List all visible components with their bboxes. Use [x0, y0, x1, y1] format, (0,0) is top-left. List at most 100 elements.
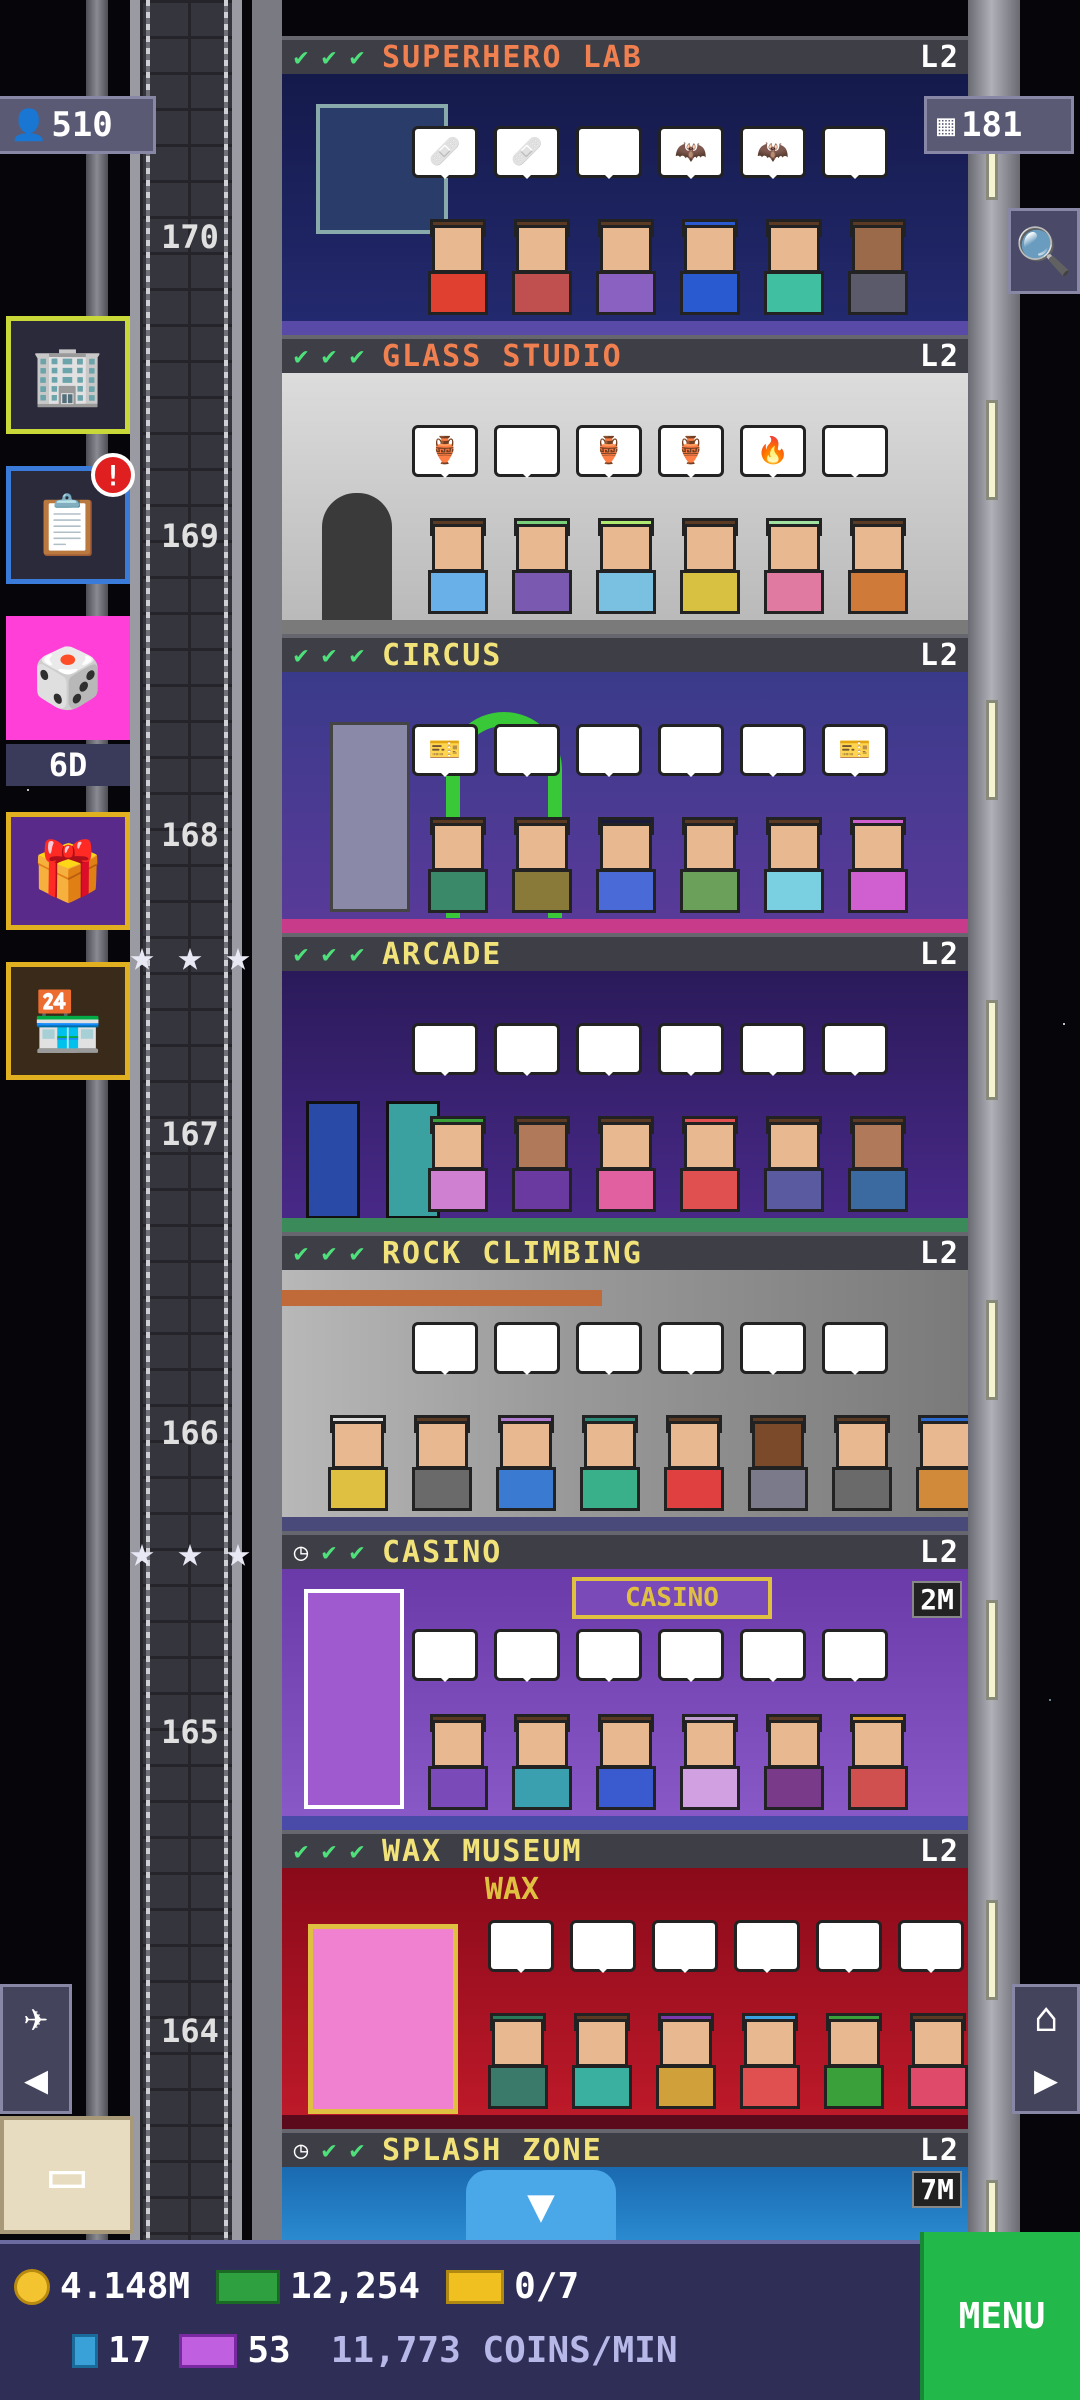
room-interior[interactable]: WAX ▤ ▤ ▤ ▤ ▤ ▤ — [282, 1868, 968, 2129]
vase-icon[interactable]: 🏺 — [576, 425, 642, 478]
room-interior[interactable]: 🎫 🛡 🛡 🛡 🛡 🎫 — [282, 672, 968, 933]
floor-number: 166 — [161, 1414, 219, 1452]
crest-icon[interactable]: 🛡 — [494, 724, 560, 777]
record-icon[interactable]: ▤ — [570, 1920, 636, 1973]
floor-level: L2 — [919, 338, 960, 374]
dice-timer: 6D — [6, 744, 130, 786]
coins-value[interactable]: 4.148M — [60, 2266, 190, 2307]
1up-icon[interactable]: ⬆ — [576, 1023, 642, 1076]
bux-value[interactable]: 12,254 — [290, 2266, 420, 2307]
glass-icon[interactable]: ▮ — [494, 425, 560, 478]
floor-circus[interactable]: ✔ ✔ ✔ CIRCUS L2 🎫 🛡 🛡 🛡 🛡 🎫 — [282, 634, 968, 933]
room-interior[interactable]: 🏺 ▮ 🏺 🏺 🔥 ▮ — [282, 373, 968, 634]
record-icon[interactable]: ▤ — [488, 1920, 554, 1973]
visitors — [482, 2013, 968, 2115]
floor-glass-studio[interactable]: ✔ ✔ ✔ GLASS STUDIO L2 🏺 ▮ 🏺 🏺 🔥 ▮ — [282, 335, 968, 634]
carabiner-icon[interactable]: ∩ — [822, 1322, 888, 1375]
visitors — [322, 1415, 968, 1517]
record-icon[interactable]: ▤ — [816, 1920, 882, 1973]
visitors — [422, 817, 914, 919]
room-interior[interactable]: CASINO ◉ ● ● ◉ ◉ ● — [282, 1569, 968, 1830]
ticket-icon[interactable]: 🎫 — [412, 724, 478, 777]
room-interior[interactable]: 🩹 🩹 🕶 🦇 🦇 🕶 — [282, 74, 968, 335]
vip-value[interactable]: 0/7 — [514, 2266, 579, 2307]
floor-name: GLASS STUDIO — [382, 338, 623, 374]
bandage-icon[interactable]: 🩹 — [412, 126, 478, 179]
cartridge-icon[interactable]: ▯ — [658, 1023, 724, 1076]
floor-header: ◷ ✔ ✔ SPLASH ZONE L2 — [282, 2129, 968, 2168]
star-stop[interactable]: ★ ★ ★ — [122, 1531, 258, 1573]
shop-button[interactable]: 🏪 — [6, 962, 130, 1080]
missions-button[interactable]: 📋 ! — [6, 453, 135, 584]
bandage-icon[interactable]: 🩹 — [494, 126, 560, 179]
floor-number: 168 — [161, 816, 219, 854]
cartridge-icon[interactable]: ▯ — [412, 1023, 478, 1076]
golden-tickets-value[interactable]: 53 — [247, 2330, 290, 2371]
menu-button[interactable]: MENU — [920, 2232, 1080, 2400]
chip-icon[interactable]: ◉ — [658, 1629, 724, 1682]
1up-icon[interactable]: ⬆ — [494, 1023, 560, 1076]
carabiner-icon[interactable]: ∩ — [412, 1322, 478, 1375]
glass-icon[interactable]: ▮ — [822, 425, 888, 478]
lobby-nav-button[interactable]: ✈ ◀ — [0, 1984, 72, 2114]
roof-nav-button[interactable]: ⌂ ▶ — [1012, 1984, 1080, 2114]
check-icon: ✔ — [321, 43, 339, 71]
chip-icon[interactable]: ▦ — [740, 1023, 806, 1076]
floor-splash-zone[interactable]: ◷ ✔ ✔ SPLASH ZONE L2 7M — [282, 2129, 968, 2240]
search-button[interactable]: 🔍 — [1008, 208, 1080, 294]
record-icon[interactable]: ▤ — [734, 1920, 800, 1973]
tickets-value[interactable]: 17 — [108, 2330, 151, 2371]
room-interior[interactable] — [282, 2167, 968, 2240]
gift-button[interactable]: 🎁 — [6, 812, 130, 930]
bat-mask-icon[interactable]: 🦇 — [740, 126, 806, 179]
building-icon: ▦ — [937, 107, 956, 143]
carabiner-icon[interactable]: ∩ — [494, 1322, 560, 1375]
floor-header: ✔ ✔ ✔ WAX MUSEUM L2 — [282, 1830, 968, 1869]
record-icon[interactable]: ▤ — [652, 1920, 718, 1973]
mask-icon[interactable]: 🕶 — [822, 126, 888, 179]
floors-counter[interactable]: ▦ 181 — [924, 96, 1074, 154]
person-icon: 👤 — [10, 107, 48, 143]
crest-icon[interactable]: 🛡 — [740, 724, 806, 777]
house-icon: ⌂ — [1033, 1995, 1059, 2041]
carabiner-icon[interactable]: ∩ — [740, 1322, 806, 1375]
check-icon: ✔ — [321, 342, 339, 370]
crest-icon[interactable]: 🛡 — [658, 724, 724, 777]
floor-casino[interactable]: ◷ ✔ ✔ CASINO L2 2M CASINO ◉ ● ● ◉ ◉ ● — [282, 1531, 968, 1830]
check-icon: ✔ — [293, 641, 311, 669]
gold-coin-icon[interactable]: ● — [576, 1629, 642, 1682]
visitors — [422, 1714, 914, 1816]
scroll-down-button[interactable]: ▼ — [466, 2170, 616, 2240]
gold-coin-icon[interactable]: ● — [822, 1629, 888, 1682]
build-floor-button[interactable]: 🏢 — [6, 316, 130, 434]
bat-mask-icon[interactable]: 🦇 — [658, 126, 724, 179]
ticket-icon[interactable]: 🎫 — [822, 724, 888, 777]
chip-icon[interactable]: ◉ — [412, 1629, 478, 1682]
floor-arcade[interactable]: ✔ ✔ ✔ ARCADE L2 ▯ ⬆ ⬆ ▯ ▦ ⬆ — [282, 933, 968, 1232]
dice-button[interactable]: 🎲 — [6, 616, 130, 740]
mask-icon[interactable]: 🕶 — [576, 126, 642, 179]
floor-level: L2 — [919, 39, 960, 75]
chip-icon[interactable]: ◉ — [740, 1629, 806, 1682]
vase-icon[interactable]: 🏺 — [412, 425, 478, 478]
gold-coin-icon[interactable]: ● — [494, 1629, 560, 1682]
storage-button[interactable]: ▭ — [0, 2116, 134, 2234]
floor-rock-climbing[interactable]: ✔ ✔ ✔ ROCK CLIMBING L2 ∩ ∩ ∩ ∩ ∩ ∩ — [282, 1232, 968, 1531]
record-icon[interactable]: ▤ — [898, 1920, 964, 1973]
visitors — [422, 1116, 914, 1218]
floor-superhero-lab[interactable]: ✔ ✔ ✔ SUPERHERO LAB L2 🩹 🩹 🕶 🦇 🦇 🕶 — [282, 36, 968, 335]
restock-timer: 2M — [912, 1581, 962, 1618]
carabiner-icon[interactable]: ∩ — [576, 1322, 642, 1375]
population-counter[interactable]: 👤 510 — [0, 96, 156, 154]
carabiner-icon[interactable]: ∩ — [658, 1322, 724, 1375]
room-interior[interactable]: ▯ ⬆ ⬆ ▯ ▦ ⬆ — [282, 971, 968, 1232]
vase-icon[interactable]: 🏺 — [658, 425, 724, 478]
floor-name: CIRCUS — [382, 637, 503, 673]
1up-icon[interactable]: ⬆ — [822, 1023, 888, 1076]
airplane-icon: ✈ — [23, 1995, 49, 2041]
flame-icon[interactable]: 🔥 — [740, 425, 806, 478]
star-stop[interactable]: ★ ★ ★ — [122, 935, 258, 977]
room-interior[interactable]: ∩ ∩ ∩ ∩ ∩ ∩ — [282, 1270, 968, 1531]
floor-wax-museum[interactable]: ✔ ✔ ✔ WAX MUSEUM L2 WAX ▤ ▤ ▤ ▤ ▤ ▤ — [282, 1830, 968, 2129]
crest-icon[interactable]: 🛡 — [576, 724, 642, 777]
